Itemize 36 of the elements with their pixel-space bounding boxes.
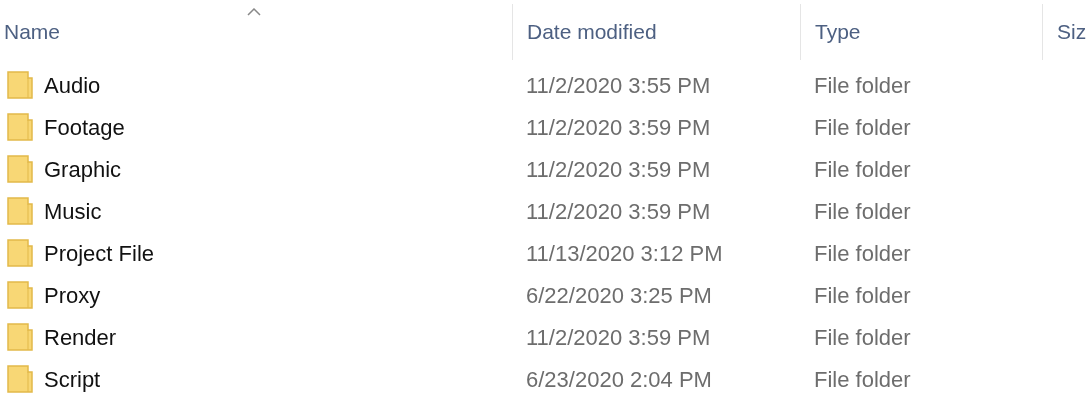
date-modified: 11/2/2020 3:59 PM	[526, 324, 711, 350]
date-modified: 11/2/2020 3:55 PM	[526, 72, 711, 98]
file-name[interactable]: Proxy	[44, 278, 101, 312]
file-type: File folder	[814, 114, 911, 140]
folder-icon	[7, 280, 35, 310]
file-name[interactable]: Music	[44, 194, 102, 228]
file-name[interactable]: Graphic	[44, 152, 122, 186]
column-header[interactable]: Date modified	[527, 16, 657, 48]
file-type: File folder	[814, 72, 911, 98]
file-name[interactable]: Project File	[44, 236, 155, 270]
folder-icon	[7, 238, 35, 268]
file-type: File folder	[814, 198, 911, 224]
date-modified: 6/23/2020 2:04 PM	[526, 366, 712, 392]
date-modified: 11/2/2020 3:59 PM	[526, 114, 711, 140]
folder-icon	[7, 196, 35, 226]
file-name[interactable]: Footage	[44, 110, 125, 144]
column-header[interactable]: Siz	[1057, 16, 1087, 48]
date-modified: 11/2/2020 3:59 PM	[526, 198, 711, 224]
file-type: File folder	[814, 282, 911, 308]
folder-icon	[7, 112, 35, 142]
column-header[interactable]: Type	[815, 16, 861, 48]
folder-icon	[7, 364, 35, 394]
file-type: File folder	[814, 156, 911, 182]
folder-icon	[7, 322, 35, 352]
file-type: File folder	[814, 240, 911, 266]
file-type: File folder	[814, 366, 911, 392]
file-name[interactable]: Script	[44, 362, 101, 396]
date-modified: 6/22/2020 3:25 PM	[526, 282, 712, 308]
folder-icon	[7, 70, 35, 100]
folder-icon	[7, 154, 35, 184]
date-modified: 11/2/2020 3:59 PM	[526, 156, 711, 182]
file-type: File folder	[814, 324, 911, 350]
date-modified: 11/13/2020 3:12 PM	[526, 240, 723, 266]
file-name[interactable]: Render	[44, 320, 117, 354]
column-header[interactable]: Name	[4, 16, 61, 48]
file-name[interactable]: Audio	[44, 68, 101, 102]
